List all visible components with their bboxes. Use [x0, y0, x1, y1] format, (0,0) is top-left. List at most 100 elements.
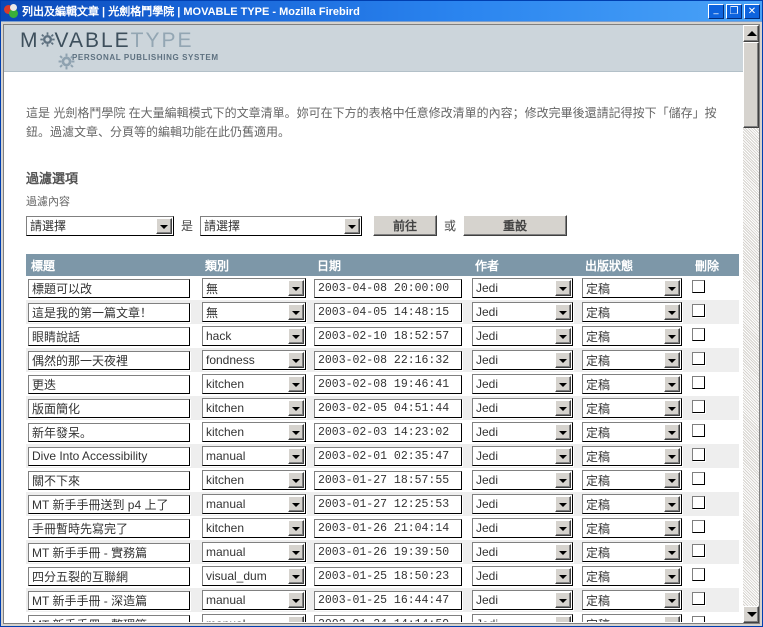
- category-select[interactable]: manual: [202, 614, 306, 622]
- status-select[interactable]: 定稿: [582, 566, 682, 586]
- date-input[interactable]: 2003-04-05 14:48:15: [314, 302, 462, 322]
- chevron-down-icon[interactable]: [664, 472, 680, 488]
- author-select[interactable]: Jedi: [472, 566, 573, 586]
- chevron-down-icon[interactable]: [288, 520, 304, 536]
- scroll-up-arrow-icon[interactable]: [743, 25, 759, 42]
- delete-checkbox[interactable]: [692, 592, 705, 605]
- category-select[interactable]: manual: [202, 590, 306, 610]
- chevron-down-icon[interactable]: [664, 616, 680, 622]
- title-input[interactable]: 手冊暫時先寫完了: [28, 518, 190, 538]
- chevron-down-icon[interactable]: [288, 568, 304, 584]
- status-select[interactable]: 定稿: [582, 278, 682, 298]
- scrollbar-thumb[interactable]: [743, 42, 759, 128]
- go-button[interactable]: 前往: [373, 215, 438, 236]
- chevron-down-icon[interactable]: [555, 520, 571, 536]
- author-select[interactable]: Jedi: [472, 494, 573, 514]
- maximize-button[interactable]: ❐: [726, 3, 742, 19]
- date-input[interactable]: 2003-01-26 19:39:50: [314, 542, 462, 562]
- date-input[interactable]: 2003-02-05 04:51:44: [314, 398, 462, 418]
- delete-checkbox[interactable]: [692, 520, 705, 533]
- status-select[interactable]: 定稿: [582, 350, 682, 370]
- category-select[interactable]: kitchen: [202, 422, 306, 442]
- title-input[interactable]: 新年發呆。: [28, 422, 190, 442]
- chevron-down-icon[interactable]: [555, 352, 571, 368]
- status-select[interactable]: 定稿: [582, 470, 682, 490]
- delete-checkbox[interactable]: [692, 400, 705, 413]
- chevron-down-icon[interactable]: [288, 448, 304, 464]
- chevron-down-icon[interactable]: [555, 616, 571, 622]
- author-select[interactable]: Jedi: [472, 374, 573, 394]
- date-input[interactable]: 2003-04-08 20:00:00: [314, 278, 462, 298]
- title-input[interactable]: 更迭: [28, 374, 190, 394]
- status-select[interactable]: 定稿: [582, 614, 682, 622]
- chevron-down-icon[interactable]: [344, 217, 361, 234]
- category-select[interactable]: 無: [202, 278, 306, 298]
- delete-checkbox[interactable]: [692, 544, 705, 557]
- chevron-down-icon[interactable]: [288, 544, 304, 560]
- chevron-down-icon[interactable]: [288, 280, 304, 296]
- category-select[interactable]: kitchen: [202, 470, 306, 490]
- author-select[interactable]: Jedi: [472, 518, 573, 538]
- title-input[interactable]: 關不下來: [28, 470, 190, 490]
- chevron-down-icon[interactable]: [288, 496, 304, 512]
- title-input[interactable]: MT 新手手冊 - 深造篇: [28, 590, 190, 610]
- category-select[interactable]: kitchen: [202, 518, 306, 538]
- date-input[interactable]: 2003-01-26 21:04:14: [314, 518, 462, 538]
- title-input[interactable]: MT 新手手冊送到 p4 上了: [28, 494, 190, 514]
- column-header-delete[interactable]: 刪除: [690, 254, 739, 276]
- category-select[interactable]: manual: [202, 542, 306, 562]
- delete-checkbox[interactable]: [692, 568, 705, 581]
- category-select[interactable]: 無: [202, 302, 306, 322]
- chevron-down-icon[interactable]: [156, 217, 172, 234]
- delete-checkbox[interactable]: [692, 328, 705, 341]
- chevron-down-icon[interactable]: [664, 376, 680, 392]
- chevron-down-icon[interactable]: [555, 328, 571, 344]
- author-select[interactable]: Jedi: [472, 470, 573, 490]
- chevron-down-icon[interactable]: [664, 400, 680, 416]
- delete-checkbox[interactable]: [692, 424, 705, 437]
- status-select[interactable]: 定稿: [582, 446, 682, 466]
- category-select[interactable]: visual_dum: [202, 566, 306, 586]
- author-select[interactable]: Jedi: [472, 326, 573, 346]
- title-input[interactable]: 四分五裂的互聯網: [28, 566, 190, 586]
- author-select[interactable]: Jedi: [472, 350, 573, 370]
- chevron-down-icon[interactable]: [555, 400, 571, 416]
- status-select[interactable]: 定稿: [582, 398, 682, 418]
- status-select[interactable]: 定稿: [582, 374, 682, 394]
- chevron-down-icon[interactable]: [555, 280, 571, 296]
- category-select[interactable]: kitchen: [202, 398, 306, 418]
- vertical-scrollbar[interactable]: [743, 24, 760, 624]
- date-input[interactable]: 2003-02-08 22:16:32: [314, 350, 462, 370]
- chevron-down-icon[interactable]: [664, 448, 680, 464]
- minimize-button[interactable]: _: [708, 3, 724, 19]
- title-input[interactable]: 眼睛說話: [28, 326, 190, 346]
- chevron-down-icon[interactable]: [555, 496, 571, 512]
- status-select[interactable]: 定稿: [582, 326, 682, 346]
- author-select[interactable]: Jedi: [472, 398, 573, 418]
- date-input[interactable]: 2003-01-25 18:50:23: [314, 566, 462, 586]
- chevron-down-icon[interactable]: [288, 472, 304, 488]
- title-input[interactable]: 標題可以改: [28, 278, 190, 298]
- chevron-down-icon[interactable]: [664, 328, 680, 344]
- column-header-title[interactable]: 標題: [26, 254, 200, 276]
- category-select[interactable]: manual: [202, 494, 306, 514]
- date-input[interactable]: 2003-01-27 12:25:53: [314, 494, 462, 514]
- reset-button[interactable]: 重設: [463, 215, 568, 236]
- status-select[interactable]: 定稿: [582, 494, 682, 514]
- chevron-down-icon[interactable]: [555, 568, 571, 584]
- chevron-down-icon[interactable]: [664, 568, 680, 584]
- title-input[interactable]: 這是我的第一篇文章！: [28, 302, 190, 322]
- delete-checkbox[interactable]: [692, 472, 705, 485]
- chevron-down-icon[interactable]: [664, 496, 680, 512]
- column-header-author[interactable]: 作者: [470, 254, 580, 276]
- date-input[interactable]: 2003-01-27 18:57:55: [314, 470, 462, 490]
- chevron-down-icon[interactable]: [555, 376, 571, 392]
- author-select[interactable]: Jedi: [472, 542, 573, 562]
- title-input[interactable]: Dive Into Accessibility: [28, 446, 190, 466]
- date-input[interactable]: 2003-02-03 14:23:02: [314, 422, 462, 442]
- chevron-down-icon[interactable]: [664, 424, 680, 440]
- delete-checkbox[interactable]: [692, 376, 705, 389]
- title-input[interactable]: 偶然的那一天夜裡: [28, 350, 190, 370]
- scrollbar-track[interactable]: [743, 42, 759, 606]
- delete-checkbox[interactable]: [692, 280, 705, 293]
